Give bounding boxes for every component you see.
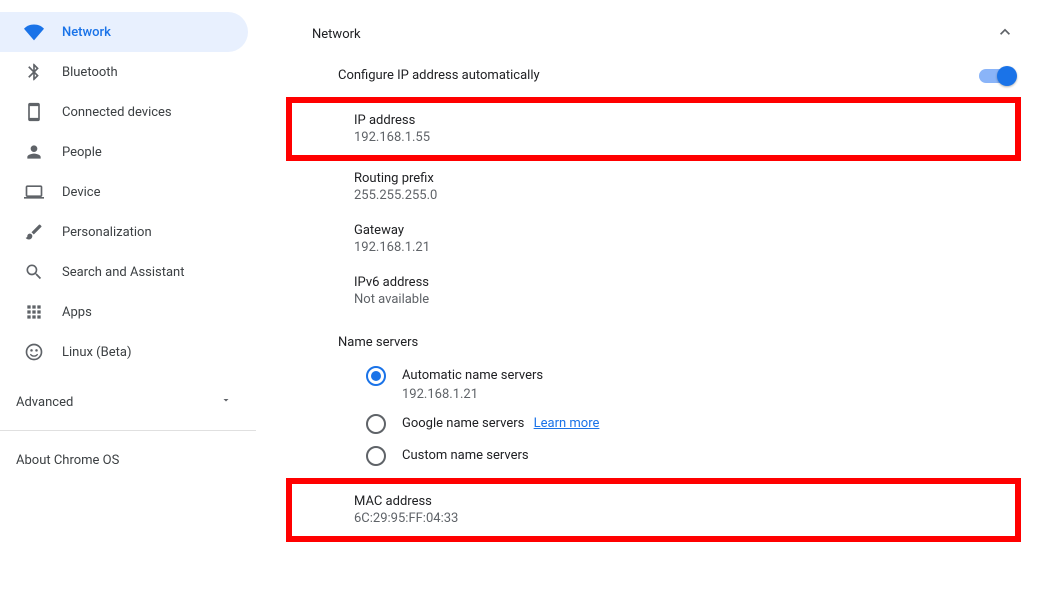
radio-custom-label: Custom name servers xyxy=(402,448,529,463)
mac-address-label: MAC address xyxy=(354,494,1015,509)
wifi-icon xyxy=(24,22,44,42)
network-section-header[interactable]: Network xyxy=(286,14,1021,54)
sidebar-item-device[interactable]: Device xyxy=(0,172,248,212)
gateway-value: 192.168.1.21 xyxy=(354,240,1021,255)
radio-automatic-content: Automatic name servers 192.168.1.21 xyxy=(402,366,543,402)
sidebar-item-apps[interactable]: Apps xyxy=(0,292,248,332)
sidebar-item-connected-devices[interactable]: Connected devices xyxy=(0,92,248,132)
auto-ip-label: Configure IP address automatically xyxy=(338,68,540,83)
laptop-icon xyxy=(24,182,44,202)
sidebar-item-personalization[interactable]: Personalization xyxy=(0,212,248,252)
toggle-knob xyxy=(997,66,1017,86)
radio-google-content: Google name servers Learn more xyxy=(402,414,599,431)
auto-ip-row: Configure IP address automatically xyxy=(286,54,1021,97)
sidebar-about[interactable]: About Chrome OS xyxy=(0,439,256,468)
person-icon xyxy=(24,142,44,162)
sidebar-item-label: Linux (Beta) xyxy=(62,345,131,360)
sidebar-item-search-assistant[interactable]: Search and Assistant xyxy=(0,252,248,292)
sidebar-item-people[interactable]: People xyxy=(0,132,248,172)
sidebar-item-bluetooth[interactable]: Bluetooth xyxy=(0,52,248,92)
sidebar-item-label: People xyxy=(62,145,102,160)
sidebar-item-network[interactable]: Network xyxy=(0,12,248,52)
bluetooth-icon xyxy=(24,62,44,82)
sidebar-about-label: About Chrome OS xyxy=(16,453,119,468)
routing-prefix-block: Routing prefix 255.255.255.0 xyxy=(286,161,1021,213)
nameserver-option-google[interactable]: Google name servers Learn more xyxy=(286,408,1021,440)
routing-prefix-value: 255.255.255.0 xyxy=(354,188,1021,203)
device-icon xyxy=(24,102,44,122)
learn-more-link[interactable]: Learn more xyxy=(534,416,600,431)
gateway-block: Gateway 192.168.1.21 xyxy=(286,213,1021,265)
radio-custom[interactable] xyxy=(366,446,386,466)
nameserver-option-automatic[interactable]: Automatic name servers 192.168.1.21 xyxy=(286,360,1021,408)
ip-address-label: IP address xyxy=(354,113,1015,128)
sidebar-advanced-label: Advanced xyxy=(16,395,73,410)
brush-icon xyxy=(24,222,44,242)
mac-address-value: 6C:29:95:FF:04:33 xyxy=(354,511,1015,526)
routing-prefix-label: Routing prefix xyxy=(354,171,1021,186)
sidebar-item-label: Apps xyxy=(62,305,92,320)
gateway-label: Gateway xyxy=(354,223,1021,238)
settings-main: Network Configure IP address automatical… xyxy=(256,0,1051,608)
sidebar-divider xyxy=(0,430,256,431)
sidebar-item-label: Personalization xyxy=(62,225,152,240)
auto-ip-toggle[interactable] xyxy=(979,69,1015,83)
ip-address-highlight: IP address 192.168.1.55 xyxy=(286,97,1021,161)
sidebar-item-label: Network xyxy=(62,25,111,40)
radio-automatic[interactable] xyxy=(366,366,386,386)
nameservers-header: Name servers xyxy=(286,317,1021,360)
sidebar-item-label: Bluetooth xyxy=(62,65,118,80)
section-title: Network xyxy=(312,27,361,42)
ipv6-block: IPv6 address Not available xyxy=(286,265,1021,317)
radio-automatic-value: 192.168.1.21 xyxy=(402,387,543,402)
mac-address-highlight: MAC address 6C:29:95:FF:04:33 xyxy=(286,478,1021,542)
sidebar-advanced-toggle[interactable]: Advanced xyxy=(0,382,256,422)
radio-automatic-label: Automatic name servers xyxy=(402,368,543,383)
radio-google[interactable] xyxy=(366,414,386,434)
sidebar-item-label: Device xyxy=(62,185,101,200)
ip-address-value: 192.168.1.55 xyxy=(354,130,1015,145)
ipv6-label: IPv6 address xyxy=(354,275,1021,290)
chevron-up-icon xyxy=(995,22,1015,46)
nameserver-option-custom[interactable]: Custom name servers xyxy=(286,440,1021,472)
ipv6-value: Not available xyxy=(354,292,1021,307)
sidebar-item-label: Search and Assistant xyxy=(62,265,185,280)
linux-icon xyxy=(24,342,44,362)
apps-icon xyxy=(24,302,44,322)
search-icon xyxy=(24,262,44,282)
sidebar-item-label: Connected devices xyxy=(62,105,172,120)
caret-down-icon xyxy=(220,394,232,410)
radio-custom-content: Custom name servers xyxy=(402,446,529,463)
sidebar-item-linux[interactable]: Linux (Beta) xyxy=(0,332,248,372)
settings-sidebar: Network Bluetooth Connected devices Peop… xyxy=(0,0,256,608)
radio-google-label: Google name servers xyxy=(402,416,524,431)
